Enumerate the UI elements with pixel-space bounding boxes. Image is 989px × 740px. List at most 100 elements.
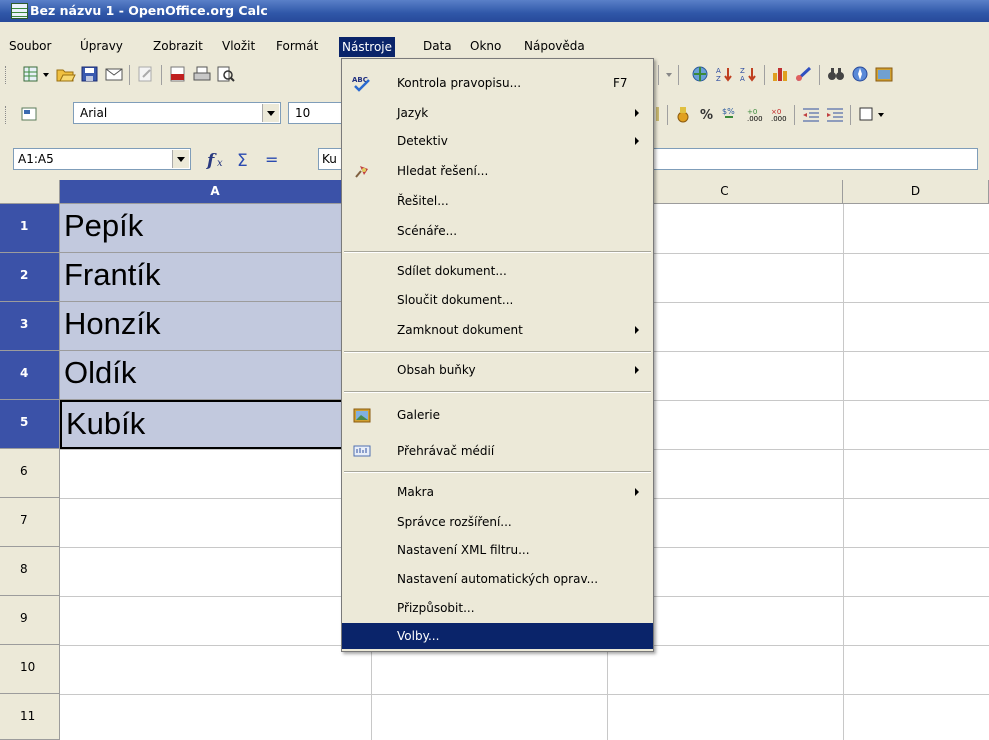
row-header-4[interactable]: 4 xyxy=(0,351,60,400)
edit-file-icon[interactable] xyxy=(136,65,156,83)
find-replace-icon[interactable] xyxy=(826,65,846,83)
menu-item-macros[interactable]: Makra xyxy=(342,480,653,504)
hyperlink-icon[interactable] xyxy=(690,65,710,83)
solver-label: Řešitel... xyxy=(397,194,449,208)
toolbar-separator xyxy=(129,65,130,85)
chart-icon[interactable] xyxy=(770,65,790,83)
menu-separator xyxy=(344,391,651,393)
toolbar-overflow-icon[interactable] xyxy=(655,105,661,123)
menu-item-options[interactable]: Volby... xyxy=(342,623,653,649)
styles-formatting-icon[interactable] xyxy=(20,105,40,123)
open-icon[interactable] xyxy=(56,65,76,83)
new-dropdown-icon[interactable] xyxy=(42,65,50,83)
font-name-dropdown-icon[interactable] xyxy=(262,104,279,122)
toolbar-separator xyxy=(819,65,820,85)
svg-text:A: A xyxy=(716,67,721,75)
font-name-box[interactable]: Arial xyxy=(73,102,281,124)
cell-a4-text: Oldík xyxy=(64,355,137,390)
draw-functions-icon[interactable] xyxy=(794,65,814,83)
standard-format-icon[interactable]: $% xyxy=(721,105,741,123)
macros-label: Makra xyxy=(397,485,434,499)
menu-zobrazit[interactable]: Zobrazit xyxy=(153,39,203,53)
percent-format-icon[interactable]: % xyxy=(697,105,717,123)
cell-a3[interactable]: Honzík xyxy=(60,302,371,351)
menu-item-goal-seek[interactable]: Hledat řešení... xyxy=(342,159,653,183)
new-document-icon[interactable] xyxy=(22,65,42,83)
menu-item-media-player[interactable]: Přehrávač médií xyxy=(342,439,653,463)
menu-upravy[interactable]: Úpravy xyxy=(80,39,123,53)
add-decimal-icon[interactable]: +0.000 xyxy=(745,105,765,123)
function-wizard-icon[interactable]: fx xyxy=(205,150,229,171)
menu-nastroje[interactable]: Nástroje xyxy=(339,37,396,57)
menu-format[interactable]: Formát xyxy=(276,39,318,53)
row-header-11[interactable]: 11 xyxy=(0,694,60,740)
column-header-d[interactable]: D xyxy=(843,180,989,204)
row-header-2[interactable]: 2 xyxy=(0,253,60,302)
row-header-5[interactable]: 5 xyxy=(0,400,60,449)
cell-a4[interactable]: Oldík xyxy=(60,351,371,400)
submenu-arrow-icon xyxy=(635,326,639,334)
menu-item-solver[interactable]: Řešitel... xyxy=(342,189,653,213)
row-header-9[interactable]: 9 xyxy=(0,596,60,645)
menu-soubor[interactable]: Soubor xyxy=(9,39,51,53)
menu-item-gallery[interactable]: Galerie xyxy=(342,403,653,427)
sort-ascending-icon[interactable]: AZ xyxy=(714,65,734,83)
lock-document-label: Zamknout dokument xyxy=(397,323,523,337)
name-box[interactable]: A1:A5 xyxy=(13,148,191,170)
export-pdf-icon[interactable] xyxy=(168,65,188,83)
menu-data[interactable]: Data xyxy=(423,39,452,53)
menu-item-detective[interactable]: Detektiv xyxy=(342,129,653,153)
menu-item-xml-filter-settings[interactable]: Nastavení XML filtru... xyxy=(342,538,653,562)
menu-napoveda[interactable]: Nápověda xyxy=(524,39,585,53)
decrease-indent-icon[interactable] xyxy=(801,105,821,123)
font-size-box[interactable]: 10 xyxy=(288,102,348,124)
menu-item-cell-contents[interactable]: Obsah buňky xyxy=(342,358,653,382)
goal-seek-label: Hledat řešení... xyxy=(397,164,489,178)
currency-format-icon[interactable] xyxy=(674,105,694,123)
toolbar-grip[interactable] xyxy=(5,106,9,124)
name-box-dropdown-icon[interactable] xyxy=(172,150,189,168)
undo-dropdown-icon[interactable] xyxy=(664,65,674,83)
menu-item-share-document[interactable]: Sdílet dokument... xyxy=(342,259,653,283)
cell-a5-text: Kubík xyxy=(66,406,146,441)
menu-item-scenarios[interactable]: Scénáře... xyxy=(342,219,653,243)
sum-icon[interactable]: Σ xyxy=(235,150,255,171)
delete-decimal-icon[interactable]: ×0.000 xyxy=(769,105,789,123)
print-icon[interactable] xyxy=(192,65,212,83)
borders-icon[interactable] xyxy=(857,105,877,123)
cell-a2[interactable]: Frantík xyxy=(60,253,371,302)
row-header-3[interactable]: 3 xyxy=(0,302,60,351)
title-bar: Bez názvu 1 - OpenOffice.org Calc xyxy=(0,0,989,22)
menu-item-autocorrect-options[interactable]: Nastavení automatických oprav... xyxy=(342,567,653,591)
navigator-icon[interactable] xyxy=(850,65,870,83)
menu-item-language[interactable]: Jazyk xyxy=(342,101,653,125)
menu-okno[interactable]: Okno xyxy=(470,39,501,53)
sort-descending-icon[interactable]: ZA xyxy=(738,65,758,83)
row-header-6[interactable]: 6 xyxy=(0,449,60,498)
menu-item-customize[interactable]: Přizpůsobit... xyxy=(342,596,653,620)
column-header-a[interactable]: A xyxy=(60,180,371,204)
toolbar-grip[interactable] xyxy=(5,66,9,84)
row-header-8[interactable]: 8 xyxy=(0,547,60,596)
menu-item-lock-document[interactable]: Zamknout dokument xyxy=(342,318,653,342)
save-icon[interactable] xyxy=(80,65,100,83)
svg-text:x: x xyxy=(217,158,223,169)
menu-vlozit[interactable]: Vložit xyxy=(222,39,255,53)
row-header-1[interactable]: 1 xyxy=(0,204,60,253)
submenu-arrow-icon xyxy=(635,137,639,145)
cell-a5[interactable]: Kubík xyxy=(60,400,371,449)
row-header-10[interactable]: 10 xyxy=(0,645,60,694)
borders-dropdown-icon[interactable] xyxy=(877,105,885,123)
menu-item-merge-document[interactable]: Sloučit dokument... xyxy=(342,288,653,312)
page-preview-icon[interactable] xyxy=(216,65,236,83)
menu-item-spellcheck[interactable]: ABC Kontrola pravopisu... F7 xyxy=(342,71,653,95)
gallery-label: Galerie xyxy=(397,408,441,422)
email-icon[interactable] xyxy=(104,65,124,83)
select-all-corner[interactable] xyxy=(0,180,60,204)
cell-a1[interactable]: Pepík xyxy=(60,204,371,253)
gallery-toolbar-icon[interactable] xyxy=(874,65,894,83)
function-equals-icon[interactable]: = xyxy=(262,150,282,170)
menu-item-extension-manager[interactable]: Správce rozšíření... xyxy=(342,510,653,534)
increase-indent-icon[interactable] xyxy=(825,105,845,123)
row-header-7[interactable]: 7 xyxy=(0,498,60,547)
